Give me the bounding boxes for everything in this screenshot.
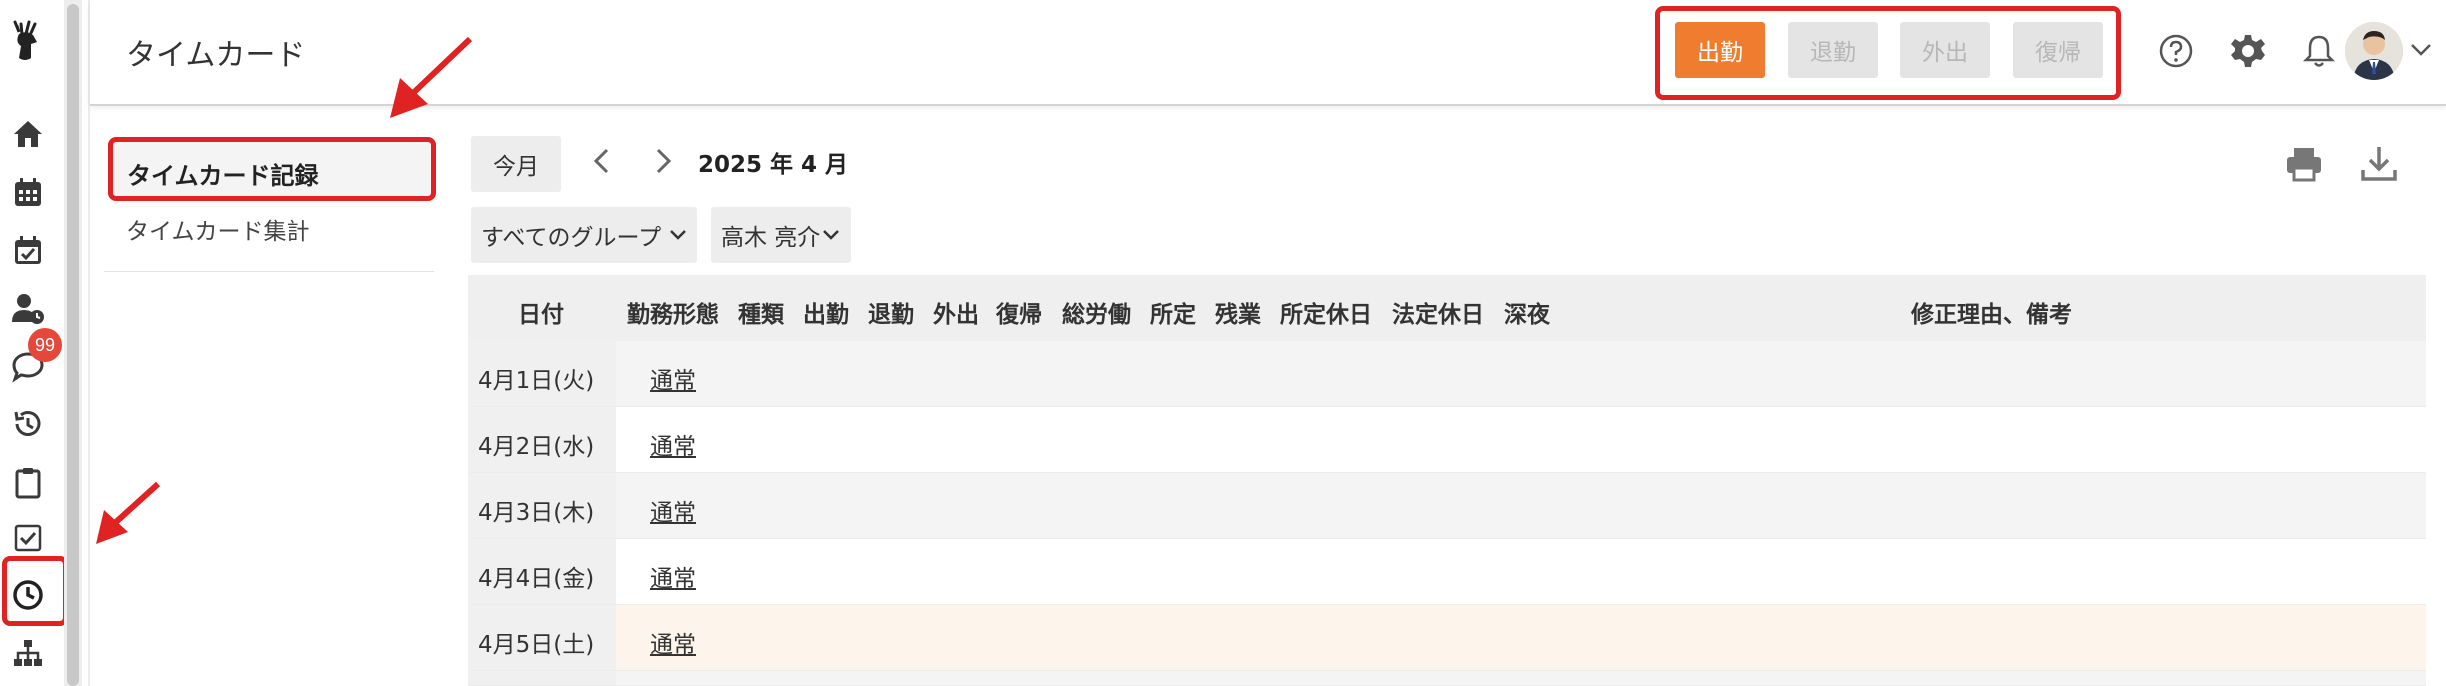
row-date: 4月3日(木) <box>478 500 595 526</box>
col-clock-out[interactable]: 退勤 <box>868 295 914 329</box>
col-late-night[interactable]: 深夜 <box>1504 295 1550 329</box>
col-category[interactable]: 種類 <box>738 295 784 329</box>
deer-logo-icon[interactable] <box>7 18 47 68</box>
col-legal-holiday[interactable]: 法定休日 <box>1392 295 1484 329</box>
table-row[interactable]: 4月1日(火) 通常 <box>468 341 2426 407</box>
row-date: 4月4日(金) <box>478 566 595 592</box>
org-chart-icon[interactable] <box>8 634 48 674</box>
row-date: 4月1日(火) <box>478 368 595 394</box>
col-scheduled[interactable]: 所定 <box>1150 295 1196 329</box>
col-clock-in[interactable]: 出勤 <box>803 295 849 329</box>
scrollbar-thumb[interactable] <box>67 4 79 686</box>
annotation-arrow <box>96 481 161 544</box>
next-month-icon[interactable] <box>647 146 677 176</box>
clock-in-button[interactable]: 出勤 <box>1675 22 1765 78</box>
date-cell: 4月2日(水) <box>468 407 616 472</box>
col-date[interactable]: 日付 <box>518 295 564 329</box>
chevron-down-icon <box>823 230 840 240</box>
current-month-label: 2025 年 4 月 <box>698 152 849 178</box>
chat-badge: 99 <box>28 328 62 362</box>
chevron-down-icon[interactable] <box>2410 42 2432 58</box>
work-type-link[interactable]: 通常 <box>650 493 696 527</box>
this-month-button[interactable]: 今月 <box>471 136 561 192</box>
prev-month-icon[interactable] <box>588 146 618 176</box>
col-scheduled-holiday[interactable]: 所定休日 <box>1280 295 1372 329</box>
row-date: 4月5日(土) <box>478 632 595 658</box>
table-header: 日付 勤務形態 種類 出勤 退勤 外出 復帰 総労働 所定 残業 所定休日 法定… <box>468 275 2426 341</box>
group-select-value: すべてのグループ <box>481 225 662 251</box>
date-cell: 4月3日(木) <box>468 473 616 538</box>
clock-out-button[interactable]: 退勤 <box>1788 22 1878 78</box>
table-row[interactable]: 4月4日(金) 通常 <box>468 539 2426 605</box>
history-icon[interactable] <box>8 404 48 444</box>
table-row[interactable]: 4月3日(木) 通常 <box>468 473 2426 539</box>
table-row-partial <box>468 671 2426 686</box>
subnav-timecard-summary[interactable]: タイムカード集計 <box>126 212 310 246</box>
calendar-check-icon[interactable] <box>8 230 48 270</box>
go-out-button[interactable]: 外出 <box>1900 22 1990 78</box>
user-select-value: 高木 亮介 <box>721 225 821 251</box>
col-total-work[interactable]: 総労働 <box>1062 295 1131 329</box>
return-button[interactable]: 復帰 <box>2013 22 2103 78</box>
col-go-out[interactable]: 外出 <box>933 295 979 329</box>
group-select[interactable]: すべてのグループ <box>471 207 697 263</box>
help-icon[interactable] <box>2155 30 2197 72</box>
bell-icon[interactable] <box>2298 30 2340 72</box>
subnav-active-label: タイムカード記録 <box>127 162 319 190</box>
gear-icon[interactable] <box>2227 30 2269 72</box>
work-type-link[interactable]: 通常 <box>650 559 696 593</box>
col-notes[interactable]: 修正理由、備考 <box>1911 295 2072 329</box>
checkbox-icon[interactable] <box>8 518 48 558</box>
col-overtime[interactable]: 残業 <box>1215 295 1261 329</box>
col-return[interactable]: 復帰 <box>996 295 1042 329</box>
page-title: タイムカード <box>126 38 306 73</box>
print-icon[interactable] <box>2282 142 2326 186</box>
work-type-link[interactable]: 通常 <box>650 427 696 461</box>
work-type-link[interactable]: 通常 <box>650 625 696 659</box>
download-icon[interactable] <box>2357 142 2401 186</box>
date-cell: 4月1日(火) <box>468 341 616 406</box>
subnav-timecard-record[interactable]: タイムカード記録 <box>108 137 436 201</box>
calendar-icon[interactable] <box>8 172 48 212</box>
table-row[interactable]: 4月5日(土) 通常 <box>468 605 2426 671</box>
date-cell: 4月4日(金) <box>468 539 616 604</box>
chevron-down-icon <box>670 230 686 240</box>
clipboard-icon[interactable] <box>8 462 48 502</box>
row-date: 4月2日(水) <box>478 434 595 460</box>
user-select[interactable]: 高木 亮介 <box>711 207 851 263</box>
date-cell: 4月5日(土) <box>468 605 616 670</box>
user-clock-icon[interactable] <box>8 288 48 328</box>
sidebar-rail: 99 <box>0 0 68 686</box>
work-type-link[interactable]: 通常 <box>650 361 696 395</box>
rail-scrollbar[interactable] <box>64 0 82 686</box>
clock-icon[interactable] <box>8 575 48 615</box>
annotation-arrow <box>390 36 473 118</box>
home-icon[interactable] <box>8 114 48 154</box>
avatar[interactable] <box>2345 22 2403 80</box>
col-work-style[interactable]: 勤務形態 <box>627 295 719 329</box>
subnav-divider <box>104 271 434 272</box>
date-cell <box>468 671 616 685</box>
table-row[interactable]: 4月2日(水) 通常 <box>468 407 2426 473</box>
